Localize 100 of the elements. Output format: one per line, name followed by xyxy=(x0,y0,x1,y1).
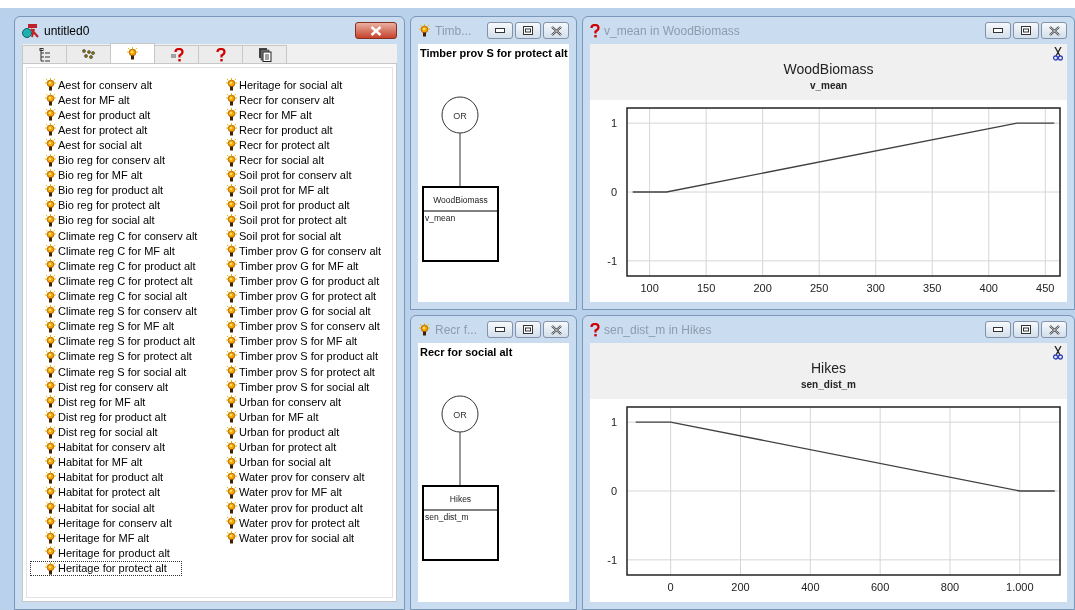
list-item[interactable]: Water prov for MF alt xyxy=(211,484,357,500)
close-icon xyxy=(1048,324,1060,335)
window-title: Timb... xyxy=(435,23,472,38)
list-item[interactable]: Climate reg S for product alt xyxy=(30,333,210,349)
list-item[interactable]: Heritage for protect alt xyxy=(30,560,182,576)
list-item[interactable]: Water prov for product alt xyxy=(211,500,378,516)
list-item[interactable]: Soil prot for conserv alt xyxy=(211,167,367,183)
list-item[interactable]: Aest for MF alt xyxy=(30,92,145,108)
operator-node xyxy=(441,96,479,134)
list-item[interactable]: Dist reg for social alt xyxy=(30,424,173,440)
list-item[interactable]: Climate reg C for protect alt xyxy=(30,273,208,289)
list-item[interactable]: Habitat for conserv alt xyxy=(30,439,180,455)
list-item[interactable]: Water prov for social alt xyxy=(211,530,370,546)
list-item[interactable]: Dist reg for MF alt xyxy=(30,394,161,410)
list-item[interactable]: Soil prot for MF alt xyxy=(211,182,344,198)
close-button[interactable] xyxy=(543,22,569,39)
list-item[interactable]: Bio reg for product alt xyxy=(30,182,179,198)
list-item[interactable]: Urban for MF alt xyxy=(211,409,334,425)
list-item[interactable]: Habitat for protect alt xyxy=(30,484,176,500)
list-item[interactable]: Climate reg S for MF alt xyxy=(30,318,190,334)
list-item[interactable]: Timber prov G for social alt xyxy=(211,303,386,319)
list-item[interactable]: Heritage for social alt xyxy=(211,77,358,92)
list-item[interactable]: Recr for MF alt xyxy=(211,107,327,123)
list-item[interactable]: Timber prov S for MF alt xyxy=(211,333,373,349)
list-item[interactable]: Timber prov S for protect alt xyxy=(211,364,390,380)
list-item[interactable]: Water prov for conserv alt xyxy=(211,469,380,485)
light-bulb-icon xyxy=(225,304,238,318)
close-button[interactable] xyxy=(1041,22,1067,39)
light-bulb-icon xyxy=(44,108,57,122)
list-item[interactable]: Aest for social alt xyxy=(30,137,157,153)
list-item[interactable]: Recr for social alt xyxy=(211,152,339,168)
list-item[interactable]: Climate reg S for conserv alt xyxy=(30,303,212,319)
scissors-icon xyxy=(1053,47,1063,61)
list-item[interactable]: Soil prot for protect alt xyxy=(211,213,362,228)
close-button[interactable] xyxy=(543,321,569,338)
list-item[interactable]: Climate reg S for social alt xyxy=(30,364,202,380)
list-item[interactable]: Bio reg for social alt xyxy=(30,213,170,228)
light-bulb-icon xyxy=(225,410,238,424)
list-item[interactable]: Habitat for social alt xyxy=(30,500,170,516)
x-tick-label: 350 xyxy=(923,282,942,294)
light-bulb-icon xyxy=(44,455,57,469)
list-item[interactable]: Soil prot for product alt xyxy=(211,197,365,213)
light-bulb-icon xyxy=(44,395,57,409)
list-item[interactable]: Timber prov S for social alt xyxy=(211,379,385,395)
list-item[interactable]: Urban for social alt xyxy=(211,454,346,470)
list-item[interactable]: Climate reg C for product alt xyxy=(30,258,211,274)
maximize-button[interactable] xyxy=(515,321,541,338)
close-button[interactable] xyxy=(355,22,397,39)
list-item[interactable]: Habitat for product alt xyxy=(30,469,179,485)
list-item[interactable]: Heritage for MF alt xyxy=(30,530,165,546)
light-bulb-icon xyxy=(225,485,238,499)
list-item[interactable]: Climate reg C for MF alt xyxy=(30,243,190,259)
list-item[interactable]: Urban for protect alt xyxy=(211,439,352,455)
list-item[interactable]: Climate reg C for social alt xyxy=(30,288,202,304)
list-item[interactable]: Urban for product alt xyxy=(211,424,355,440)
y-tick-label: -1 xyxy=(607,553,617,566)
minimize-button[interactable] xyxy=(487,321,513,338)
list-item[interactable]: Climate reg C for conserv alt xyxy=(30,228,213,244)
list-item[interactable]: Dist reg for product alt xyxy=(30,409,182,425)
light-bulb-icon xyxy=(44,304,57,318)
maximize-button[interactable] xyxy=(1013,22,1039,39)
minimize-button[interactable] xyxy=(985,321,1011,338)
list-item[interactable]: Timber prov G for MF alt xyxy=(211,258,374,274)
minimize-button[interactable] xyxy=(985,22,1011,39)
light-bulb-icon xyxy=(225,123,238,137)
list-item[interactable]: Bio reg for conserv alt xyxy=(30,152,180,168)
light-bulb-icon xyxy=(44,470,57,484)
list-item[interactable]: Timber prov S for conserv alt xyxy=(211,318,395,334)
light-bulb-icon xyxy=(418,323,431,336)
minimize-button[interactable] xyxy=(487,22,513,39)
maximize-button[interactable] xyxy=(515,22,541,39)
list-item[interactable]: Heritage for conserv alt xyxy=(30,515,187,531)
list-item[interactable]: Recr for conserv alt xyxy=(211,92,350,108)
close-button[interactable] xyxy=(1041,321,1067,338)
list-item[interactable]: Recr for product alt xyxy=(211,122,348,138)
list-item[interactable]: Recr for protect alt xyxy=(211,137,345,153)
list-item[interactable]: Bio reg for protect alt xyxy=(30,197,176,213)
tab[interactable] xyxy=(242,45,287,63)
list-item[interactable]: Aest for conserv alt xyxy=(30,77,168,92)
list-item[interactable]: Aest for protect alt xyxy=(30,122,163,138)
list-item[interactable]: Timber prov S for product alt xyxy=(211,348,393,364)
list-item[interactable]: Soil prot for social alt xyxy=(211,228,357,244)
maximize-button[interactable] xyxy=(1013,321,1039,338)
light-bulb-icon xyxy=(225,319,238,333)
light-bulb-icon xyxy=(44,425,57,439)
question-mark-icon xyxy=(590,23,600,38)
minimize-icon xyxy=(993,327,1003,332)
list-item[interactable]: Timber prov G for protect alt xyxy=(211,288,392,304)
list-item[interactable]: Timber prov G for product alt xyxy=(211,273,395,289)
list-item[interactable]: Water prov for protect alt xyxy=(211,515,375,531)
list-item[interactable]: Aest for product alt xyxy=(30,107,166,123)
question-list-icon xyxy=(169,47,184,62)
list-item[interactable]: Bio reg for MF alt xyxy=(30,167,158,183)
list-item[interactable]: Timber prov G for conserv alt xyxy=(211,243,397,259)
list-item[interactable]: Heritage for product alt xyxy=(30,545,185,561)
list-item[interactable]: Climate reg S for protect alt xyxy=(30,348,207,364)
list-item[interactable]: Dist reg for conserv alt xyxy=(30,379,184,395)
list-item[interactable]: Habitat for MF alt xyxy=(30,454,158,470)
maximize-icon xyxy=(1021,26,1031,35)
list-item[interactable]: Urban for conserv alt xyxy=(211,394,357,410)
